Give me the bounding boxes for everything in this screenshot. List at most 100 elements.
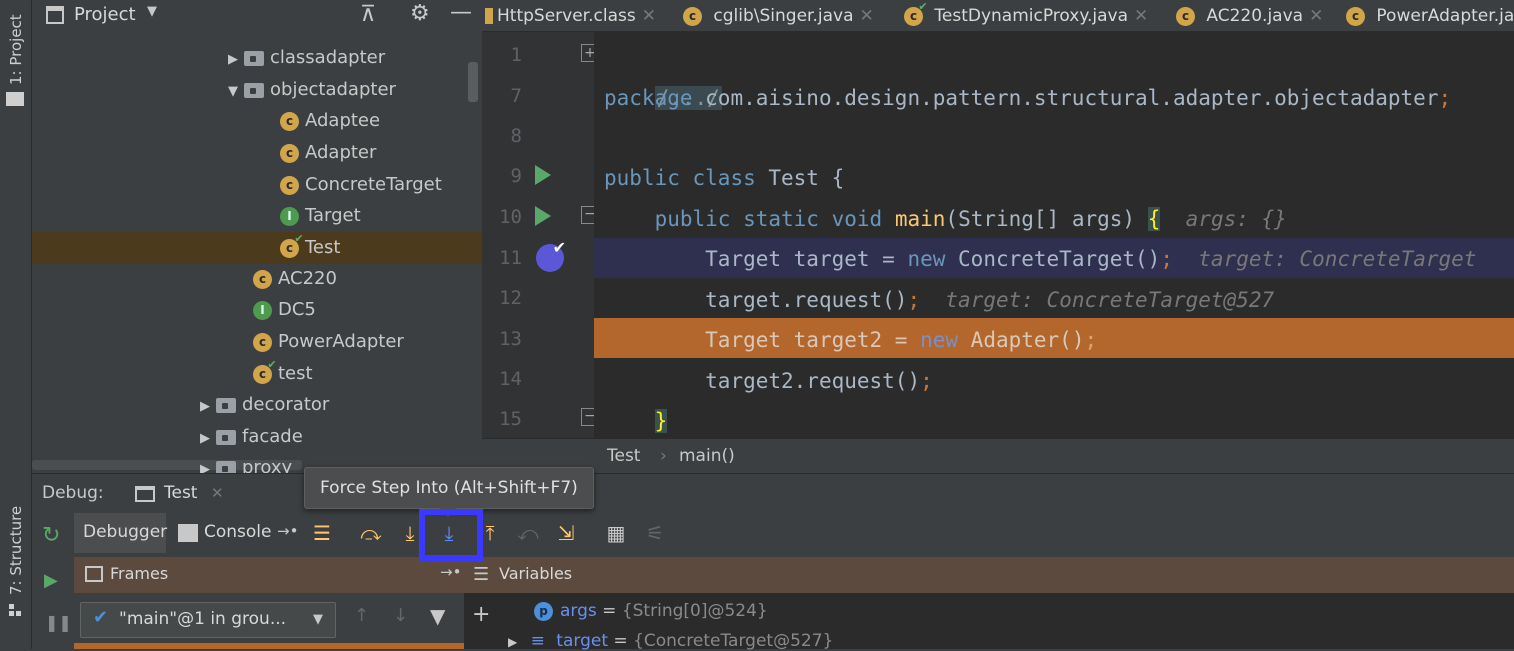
collapse-all-icon[interactable]: ⊼ <box>360 2 376 27</box>
hide-icon[interactable]: — <box>450 0 472 25</box>
tree-item-dc5[interactable]: I DC5 <box>253 294 316 326</box>
code-line-15: } <box>654 409 668 433</box>
tab-httpserver-class[interactable]: HttpServer.class ✕ <box>482 0 656 31</box>
close-icon[interactable]: ✕ <box>642 6 656 26</box>
tree-item-classadapter[interactable]: ▶ classadapter <box>228 42 385 74</box>
class-icon: c <box>683 6 702 26</box>
arrow-up-icon[interactable]: ↑ <box>354 605 369 626</box>
gear-icon[interactable]: ⚙ <box>410 1 430 26</box>
tab-debugger[interactable]: Debugger <box>83 522 167 542</box>
step-over-icon[interactable]: ⤼ <box>357 519 385 547</box>
pin-icon[interactable]: →• <box>277 522 298 540</box>
class-icon: c <box>280 111 299 131</box>
folder-icon <box>216 397 236 413</box>
variables-panel: + p args = {String[0]@524} ▶ ≡ target = … <box>464 593 1514 651</box>
close-icon[interactable]: ✕ <box>860 6 874 26</box>
code-line-1: /.../ <box>604 38 722 110</box>
tree-item-test-lower[interactable]: c ✔ test <box>253 358 313 390</box>
tree-item-facade[interactable]: ▶ facade <box>200 421 303 453</box>
breadcrumb-class[interactable]: Test <box>607 439 640 474</box>
drop-frame-icon[interactable]: ⤺ <box>514 519 542 547</box>
inline-debug-value: target: ConcreteTarget <box>1198 247 1477 271</box>
variables-icon: ☰ <box>473 564 490 585</box>
project-tool-tab[interactable]: 1: Project <box>7 14 25 85</box>
tab-ac220-java[interactable]: c AC220.java ✕ <box>1176 0 1323 31</box>
structure-tool-tab[interactable]: 7: Structure <box>7 506 25 595</box>
tab-poweradapter-java[interactable]: c PowerAdapter.ja <box>1346 0 1514 31</box>
expand-arrow-icon[interactable]: ▶ <box>200 391 216 423</box>
run-to-cursor-icon[interactable]: ⇲ <box>552 519 580 547</box>
variable-row[interactable]: p args = {String[0]@524} <box>534 601 768 621</box>
tree-item-objectadapter[interactable]: ▼ objectadapter <box>228 74 396 106</box>
code-line-7: package com.aisino.design.pattern.struct… <box>604 86 1452 110</box>
code-line-12: target.request(); target: ConcreteTarget… <box>705 288 1275 312</box>
rerun-icon[interactable]: ↻ <box>42 523 60 548</box>
arrow-down-icon[interactable]: ↓ <box>393 605 408 626</box>
code-line-13: Target target2 = new Adapter(); <box>705 328 1098 352</box>
close-icon[interactable]: ✕ <box>211 484 224 502</box>
debug-session-tab[interactable]: Test <box>164 483 197 503</box>
folder-icon <box>244 50 264 66</box>
filter-icon[interactable]: ▼ <box>430 604 445 628</box>
expand-arrow-icon[interactable]: ▶ <box>200 454 216 473</box>
resume-icon[interactable]: ▶ <box>44 570 58 591</box>
show-execution-point-icon[interactable]: ☰ <box>308 519 336 547</box>
variables-header: ☰ Variables <box>464 557 1514 593</box>
breadcrumb: Test › main() <box>482 438 1514 473</box>
add-watch-icon[interactable]: + <box>472 602 490 627</box>
thread-select[interactable]: ✔ "main"@1 in grou... ▼ <box>80 602 336 638</box>
structure-tool-icon[interactable] <box>9 604 23 616</box>
tree-item-poweradapter[interactable]: c PowerAdapter <box>253 326 404 358</box>
selected-frame-row[interactable] <box>74 643 464 649</box>
tree-item-ac220[interactable]: c AC220 <box>253 263 337 295</box>
tab-console[interactable]: Console <box>204 522 272 542</box>
expand-arrow-icon[interactable]: ▶ <box>228 44 244 76</box>
editor-gutter[interactable]: 1 7 8 9 10 11 12 13 14 15 ✔ + − − <box>482 32 599 438</box>
close-icon[interactable]: ✕ <box>1134 6 1148 26</box>
breadcrumb-method[interactable]: main() <box>679 439 735 474</box>
class-icon: c <box>280 143 299 163</box>
tree-item-test[interactable]: c ✔ Test <box>280 232 340 264</box>
tree-selection-highlight <box>32 232 482 264</box>
evaluate-expression-icon[interactable]: ▦ <box>602 519 630 547</box>
tree-item-decorator[interactable]: ▶ decorator <box>200 389 329 421</box>
class-icon: c <box>1346 6 1365 26</box>
code-editor[interactable]: /.../ package com.aisino.design.pattern.… <box>594 32 1514 438</box>
pin-icon[interactable]: →• <box>440 563 461 581</box>
project-view-icon <box>46 6 64 24</box>
close-icon[interactable]: ✕ <box>1309 6 1323 26</box>
thread-select-value: "main"@1 in grou... <box>119 609 287 629</box>
project-tool-icon[interactable] <box>6 92 24 106</box>
chevron-down-icon[interactable]: ▼ <box>147 4 157 19</box>
frames-header: Frames →• <box>74 557 464 593</box>
inline-debug-value: target: ConcreteTarget@527 <box>945 288 1275 312</box>
trace-icon[interactable]: ⚟ <box>641 519 669 547</box>
parameter-icon: p <box>534 602 553 621</box>
frames-title: Frames <box>110 564 169 583</box>
run-config-icon <box>135 486 155 502</box>
tree-item-proxy[interactable]: ▶ proxy <box>200 452 292 473</box>
expand-arrow-icon[interactable]: ▶ <box>200 423 216 455</box>
class-file-icon <box>485 8 493 24</box>
line-number: 9 <box>510 165 522 187</box>
variable-row[interactable]: ▶ ≡ target = {ConcreteTarget@527} <box>508 631 833 651</box>
debug-label: Debug: <box>42 483 104 503</box>
tree-item-adaptee[interactable]: c Adaptee <box>280 105 380 137</box>
tab-singer-java[interactable]: c cglib\Singer.java ✕ <box>683 0 874 31</box>
run-icon[interactable] <box>535 165 551 185</box>
tree-item-concretetarget[interactable]: c ConcreteTarget <box>280 169 442 201</box>
tree-item-target[interactable]: I Target <box>280 200 361 232</box>
tab-testdynamicproxy-java[interactable]: c ✔ TestDynamicProxy.java ✕ <box>904 0 1148 31</box>
project-header: Project ▼ ⊼ ⚙ — <box>32 0 482 32</box>
project-view-title[interactable]: Project <box>74 4 136 25</box>
highlight-box <box>419 509 483 561</box>
variables-title: Variables <box>499 564 573 583</box>
expand-arrow-icon[interactable]: ▼ <box>228 76 244 108</box>
tree-item-adapter[interactable]: c Adapter <box>280 137 376 169</box>
line-number: 7 <box>510 85 522 107</box>
expand-arrow-icon[interactable]: ▶ <box>508 635 517 649</box>
breakpoint-icon[interactable]: ✔ <box>536 238 566 272</box>
run-icon[interactable] <box>535 206 551 226</box>
pause-icon[interactable]: ❚❚ <box>45 613 72 632</box>
project-scrollbar[interactable] <box>468 62 478 102</box>
